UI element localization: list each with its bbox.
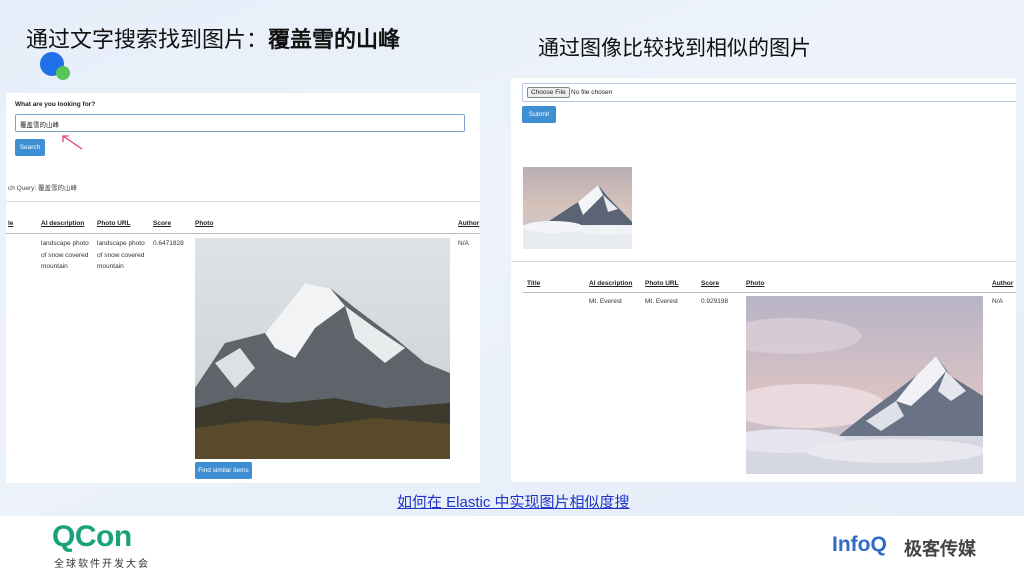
cell-score: 0.6471828 (153, 240, 184, 247)
col-photo: Photo (195, 220, 214, 227)
infoq-logo: InfoQ (832, 533, 887, 556)
infoq-subtitle: 极客传媒 (904, 539, 976, 559)
col-ai-description: AI description (41, 220, 85, 227)
cell-ai-line: of snow covered (41, 251, 89, 259)
title-left-prefix: 通过文字搜索找到图片： (26, 27, 269, 52)
qcon-subtitle: 全球软件开发大会 (54, 559, 150, 570)
cell-score: 0.929198 (701, 298, 729, 305)
choose-file-button[interactable]: Choose File (527, 87, 570, 98)
cell-ai-line: landscape photo (41, 240, 89, 247)
cell-author: N/A (992, 298, 1003, 305)
image-compare-screenshot: Choose File No file chosen Submit Title … (511, 78, 1016, 482)
col-author: Author (458, 220, 480, 227)
qcon-logo: QCon (52, 520, 132, 553)
link-line: landscape photo (97, 240, 145, 247)
cell-ai-description: Mt. Everest (589, 298, 622, 305)
table-header-rule (523, 292, 1016, 293)
file-input[interactable]: Choose File No file chosen (522, 83, 1016, 102)
search-input[interactable]: 覆盖雪的山峰 (15, 114, 465, 132)
find-similar-button[interactable]: Find similar items (195, 462, 252, 479)
search-query-text: ch Query: 覆盖雪的山峰 (8, 185, 77, 192)
cell-author: N/A (458, 240, 469, 247)
link-line: mountain (97, 263, 124, 270)
decor-dot-green (56, 66, 70, 80)
table-header-rule (6, 233, 480, 234)
text-search-screenshot: What are you looking for? 覆盖雪的山峰 Search … (6, 93, 480, 483)
col-photo: Photo (746, 280, 765, 287)
divider (511, 261, 1016, 262)
cell-ai-description: landscape photo of snow covered mountain (41, 238, 89, 273)
article-link[interactable]: 如何在 Elastic 中实现图片相似度搜 (397, 491, 630, 512)
photo-url-link[interactable]: Mt. Everest (645, 296, 678, 308)
search-input-value: 覆盖雪的山峰 (20, 122, 59, 129)
divider (6, 201, 480, 202)
file-status: No file chosen (571, 89, 613, 96)
slide-title-right: 通过图像比较找到相似的图片 (538, 37, 811, 60)
cell-ai-line: mountain (41, 263, 68, 270)
photo-url-link[interactable]: landscape photo of snow covered mountain (97, 238, 145, 273)
col-title: Title (527, 280, 541, 287)
col-score: Score (701, 280, 720, 287)
link-line: of snow covered (97, 251, 145, 259)
uploaded-image-thumbnail (523, 167, 632, 249)
col-ai-description: AI description (589, 280, 633, 287)
col-title: le (8, 220, 14, 227)
mountain-photo-result (195, 238, 450, 459)
search-prompt-label: What are you looking for? (15, 101, 96, 108)
search-button[interactable]: Search (15, 139, 45, 156)
slide-title-left: 通过文字搜索找到图片：覆盖雪的山峰 (26, 22, 400, 54)
col-score: Score (153, 220, 172, 227)
col-author: Author (992, 280, 1014, 287)
mountain-photo-result (746, 296, 983, 474)
submit-button[interactable]: Submit (522, 106, 556, 123)
title-left-bold: 覆盖雪的山峰 (268, 27, 401, 52)
pointer-arrow-icon (62, 135, 83, 150)
col-photo-url: Photo URL (97, 220, 131, 227)
col-photo-url: Photo URL (645, 280, 679, 287)
